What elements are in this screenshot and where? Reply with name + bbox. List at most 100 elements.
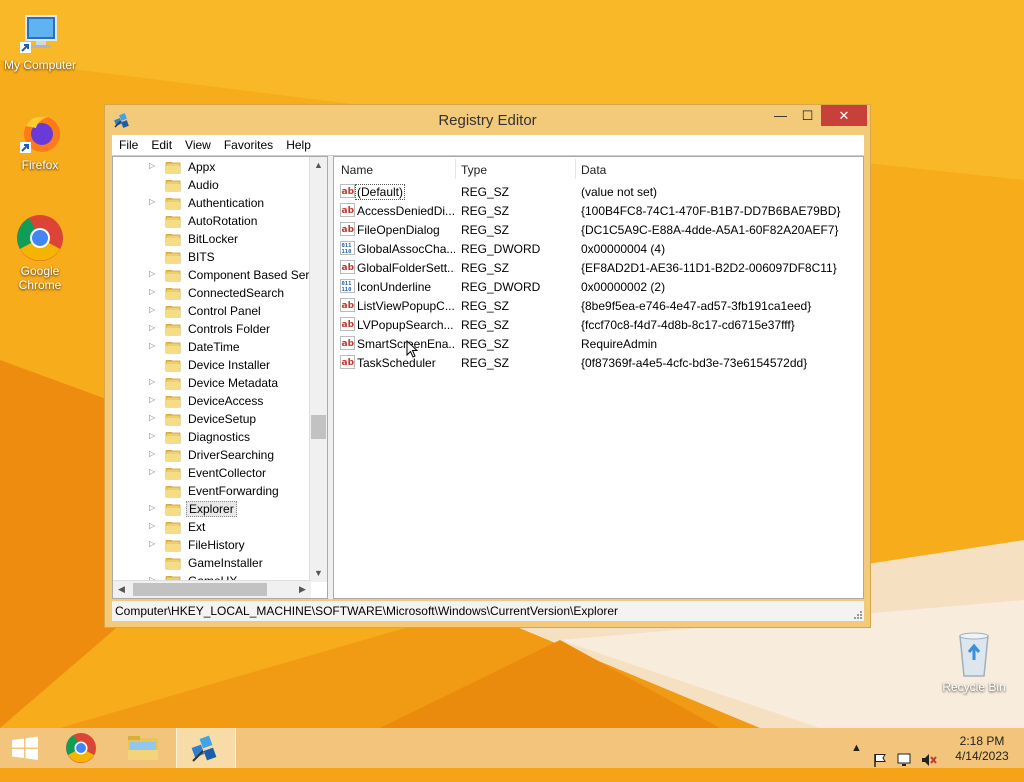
scroll-right-arrow-icon[interactable]: ▶ xyxy=(294,581,311,598)
tree-item-label: Device Installer xyxy=(188,358,271,372)
scroll-up-arrow-icon[interactable]: ▲ xyxy=(310,157,327,174)
column-divider[interactable] xyxy=(455,159,456,179)
value-data: {fccf70c8-f4d7-4d8b-8c17-cd6715e37fff} xyxy=(581,318,795,332)
value-type: REG_SZ xyxy=(461,261,510,275)
desktop-icon-recycle-bin[interactable]: Recycle Bin xyxy=(934,630,1014,694)
scroll-thumb[interactable] xyxy=(133,583,267,596)
registry-editor-icon xyxy=(191,735,217,762)
expand-arrow-icon[interactable]: ▷ xyxy=(149,287,157,296)
scroll-thumb[interactable] xyxy=(311,415,326,439)
taskbar-registry-editor[interactable] xyxy=(176,728,236,768)
window-title: Registry Editor xyxy=(438,112,537,129)
maximize-button[interactable]: ☐ xyxy=(794,105,821,126)
value-name: GlobalFolderSett... xyxy=(357,261,455,275)
expand-arrow-icon[interactable]: ▷ xyxy=(149,539,157,548)
string-value-icon: ab xyxy=(340,222,355,236)
list-item[interactable]: ab FileOpenDialog REG_SZ {DC1C5A9C-E88A-4dd… xyxy=(334,220,863,239)
clock-time: 2:18 PM xyxy=(959,734,1005,748)
svg-text:ab: ab xyxy=(342,358,355,368)
value-data: {EF8AD2D1-AE36-11D1-B2D2-006097DF8C11} xyxy=(581,261,837,275)
value-data: 0x00000002 (2) xyxy=(581,280,666,294)
folder-icon xyxy=(165,450,181,462)
svg-text:110: 110 xyxy=(342,249,352,255)
expand-arrow-icon[interactable]: ▷ xyxy=(149,377,157,386)
expand-arrow-icon[interactable]: ▷ xyxy=(149,197,157,206)
menu-favorites[interactable]: Favorites xyxy=(217,135,279,152)
taskbar-clock[interactable]: 2:18 PM 4/14/2023 xyxy=(950,734,1014,764)
expand-arrow-icon[interactable]: ▷ xyxy=(149,413,157,422)
tree-item-label: EventCollector xyxy=(188,466,267,480)
expand-arrow-icon[interactable]: ▷ xyxy=(149,467,157,476)
desktop-icon-my-computer[interactable]: My Computer xyxy=(0,12,80,72)
list-item[interactable]: ab LVPopupSearch... REG_SZ {fccf70c8-f4d7-4… xyxy=(334,315,863,334)
minimize-button[interactable]: — xyxy=(767,105,794,126)
folder-icon xyxy=(165,180,181,192)
menu-file[interactable]: File xyxy=(112,135,144,152)
expand-arrow-icon[interactable]: ▷ xyxy=(149,431,157,440)
start-button[interactable] xyxy=(0,728,58,768)
expand-arrow-icon[interactable]: ▷ xyxy=(149,449,157,458)
value-name: ListViewPopupC... xyxy=(357,299,455,313)
volume-muted-icon[interactable] xyxy=(920,740,938,780)
folder-icon xyxy=(165,234,181,246)
expand-arrow-icon[interactable]: ▷ xyxy=(149,269,157,278)
folder-icon xyxy=(165,342,181,354)
action-center-flag-icon[interactable] xyxy=(872,740,888,780)
list-item[interactable]: ab (Default) REG_SZ (value not set) xyxy=(334,182,863,201)
column-header-type[interactable]: Type xyxy=(461,163,487,177)
tree-horizontal-scrollbar[interactable]: ◀ ▶ xyxy=(113,580,311,598)
folder-icon xyxy=(128,736,158,760)
folder-icon xyxy=(165,486,181,498)
column-divider[interactable] xyxy=(575,159,576,179)
taskbar-chrome[interactable] xyxy=(52,728,110,768)
tree-item-label: DateTime xyxy=(188,340,240,354)
list-item[interactable]: ab AccessDeniedDi... REG_SZ {100B4FC8-74C1-… xyxy=(334,201,863,220)
tree-item-label: BITS xyxy=(188,250,215,264)
value-data: 0x00000004 (4) xyxy=(581,242,666,256)
network-icon[interactable] xyxy=(896,740,914,780)
registry-editor-window: Registry Editor — ☐ ✕ File Edit View Favori… xyxy=(104,104,871,628)
expand-arrow-icon[interactable]: ▷ xyxy=(149,341,157,350)
value-name: FileOpenDialog xyxy=(357,223,440,237)
show-hidden-icons-button[interactable]: ▲ xyxy=(851,742,862,782)
tree-item-label: Ext xyxy=(188,520,206,534)
desktop-icon-google-chrome[interactable]: Google Chrome xyxy=(0,214,80,292)
menu-view[interactable]: View xyxy=(178,135,217,152)
expand-arrow-icon[interactable]: ▷ xyxy=(149,521,157,530)
svg-text:ab: ab xyxy=(342,263,355,273)
expand-arrow-icon[interactable]: ▷ xyxy=(149,305,157,314)
value-type: REG_SZ xyxy=(461,185,510,199)
list-item[interactable]: 011 110 GlobalAssocCha... REG_DWORD 0x000000… xyxy=(334,239,863,258)
scroll-left-arrow-icon[interactable]: ◀ xyxy=(113,581,130,598)
expand-arrow-icon[interactable]: ▷ xyxy=(149,323,157,332)
folder-icon xyxy=(165,324,181,336)
column-header-data[interactable]: Data xyxy=(581,163,606,177)
expand-arrow-icon[interactable]: ▷ xyxy=(149,161,157,170)
folder-icon xyxy=(165,270,181,282)
value-data: (value not set) xyxy=(581,185,658,199)
value-name: IconUnderline xyxy=(357,280,432,294)
tree-item-label: BitLocker xyxy=(188,232,239,246)
list-item[interactable]: 011 110 IconUnderline REG_DWORD 0x00000002 (… xyxy=(334,277,863,296)
folder-icon xyxy=(165,414,181,426)
firefox-icon xyxy=(20,116,60,153)
close-button[interactable]: ✕ xyxy=(821,105,867,126)
expand-arrow-icon[interactable]: ▷ xyxy=(149,395,157,404)
desktop-icon-firefox[interactable]: Firefox xyxy=(0,112,80,172)
value-name: TaskScheduler xyxy=(357,356,436,370)
scroll-down-arrow-icon[interactable]: ▼ xyxy=(310,565,327,582)
tree-item-label: Audio xyxy=(188,178,219,192)
tree-item-label: ConnectedSearch xyxy=(188,286,285,300)
title-bar[interactable]: Registry Editor — ☐ ✕ xyxy=(105,105,870,135)
list-item[interactable]: ab ListViewPopupC... REG_SZ {8be9f5ea-e746-… xyxy=(334,296,863,315)
list-item[interactable]: ab GlobalFolderSett... REG_SZ {EF8AD2D1-AE3… xyxy=(334,258,863,277)
menu-help[interactable]: Help xyxy=(279,135,317,152)
column-header-name[interactable]: Name xyxy=(341,163,373,177)
resize-grip-icon[interactable] xyxy=(852,609,862,619)
expand-arrow-icon[interactable]: ▷ xyxy=(149,503,157,512)
taskbar-file-explorer[interactable] xyxy=(114,728,172,768)
tree-item-label: Device Metadata xyxy=(188,376,279,390)
menu-edit[interactable]: Edit xyxy=(144,135,178,152)
value-type: REG_SZ xyxy=(461,299,510,313)
tree-vertical-scrollbar[interactable]: ▲ ▼ xyxy=(309,157,327,582)
